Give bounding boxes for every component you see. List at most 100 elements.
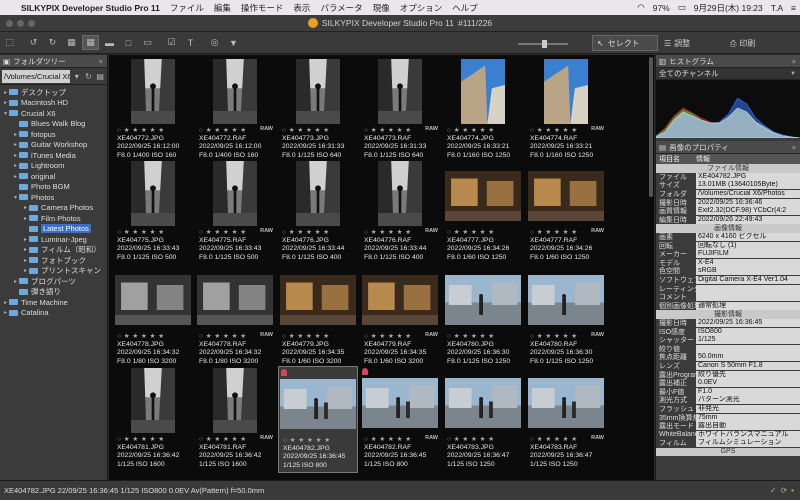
app-menu[interactable]: SILKYPIX Developer Studio Pro 11: [16, 3, 165, 13]
disclosure-triangle-icon[interactable]: ▾: [12, 194, 19, 201]
rating-stars[interactable]: ○ ★ ★ ★ ★ ★: [530, 332, 578, 340]
rating-stars[interactable]: ○ ★ ★ ★ ★ ★: [530, 126, 578, 134]
rotate-right-icon[interactable]: ↻: [44, 35, 61, 50]
property-section-header[interactable]: 撮影情報: [656, 310, 800, 319]
close-properties-icon[interactable]: ×: [792, 143, 800, 152]
folder-tree-item[interactable]: ▸ Guitar Workshop: [0, 140, 107, 151]
folder-tree-item[interactable]: ▸ Macintosh HD: [0, 98, 107, 109]
rating-stars[interactable]: ○ ★ ★ ★ ★ ★: [117, 435, 165, 443]
folder-tree-item[interactable]: ▸ original: [0, 171, 107, 182]
rating-stars[interactable]: ○ ★ ★ ★ ★ ★: [117, 126, 165, 134]
thumbnail-image[interactable]: [445, 378, 521, 428]
thumbnail-cell[interactable]: ○ ★ ★ ★ ★ ★ RAW XE404781.RAF 2022/09/25 16:…: [195, 366, 275, 473]
menu-item[interactable]: 操作モード: [236, 2, 289, 14]
rating-stars[interactable]: ○ ★ ★ ★ ★ ★: [282, 126, 330, 134]
thumbnail-image[interactable]: [213, 368, 257, 433]
thumbnail-image[interactable]: [378, 59, 422, 124]
rating-stars[interactable]: ○ ★ ★ ★ ★ ★: [447, 435, 495, 443]
folder-tree-item[interactable]: Photo BGM: [0, 182, 107, 193]
rating-stars[interactable]: ○ ★ ★ ★ ★ ★: [282, 332, 330, 340]
control-center-icon[interactable]: ≡: [787, 3, 800, 13]
rating-stars[interactable]: ○ ★ ★ ★ ★ ★: [117, 332, 165, 340]
lock-icon[interactable]: ▪: [791, 486, 794, 495]
thumbnail-cell[interactable]: ○ ★ ★ ★ ★ ★ XE404776.JPG 2022/09/25 16:33:…: [278, 159, 358, 266]
disclosure-triangle-icon[interactable]: ▸: [2, 89, 9, 96]
path-field[interactable]: /Volumes/Crucial X6/: [2, 69, 70, 83]
search-person-icon[interactable]: ◎: [206, 35, 223, 50]
thumbnail-cell[interactable]: ○ ★ ★ ★ ★ ★ XE404779.JPG 2022/09/25 16:34:…: [278, 263, 358, 370]
thumbnail-cell[interactable]: ○ ★ ★ ★ ★ ★ RAW XE404775.RAF 2022/09/25 16:…: [195, 159, 275, 266]
thumbnail-cell[interactable]: ○ ★ ★ ★ ★ ★ RAW XE404778.RAF 2022/09/25 16:…: [195, 263, 275, 370]
folder-tree-item[interactable]: ▸ iTunes Media: [0, 150, 107, 161]
thumbnail-image[interactable]: [461, 59, 505, 124]
rating-stars[interactable]: ○ ★ ★ ★ ★ ★: [364, 435, 412, 443]
wifi-icon[interactable]: ◠: [633, 2, 648, 13]
dropdown-icon[interactable]: ▾: [72, 72, 82, 81]
mode-select[interactable]: ↖ セレクト: [592, 35, 658, 51]
print-button[interactable]: ⎙ 印刷: [730, 38, 755, 49]
minimize-window-button[interactable]: [17, 20, 24, 27]
thumbnail-cell[interactable]: ○ ★ ★ ★ ★ ★ XE404778.JPG 2022/09/25 16:34:…: [113, 263, 193, 370]
thumbnail-cell[interactable]: ○ ★ ★ ★ ★ ★ RAW XE404777.RAF 2022/09/25 16:…: [526, 159, 606, 266]
develop-icon[interactable]: ⬚: [1, 35, 18, 50]
thumbnail-image[interactable]: [528, 378, 604, 428]
thumbnail-image[interactable]: [213, 161, 257, 226]
rating-stars[interactable]: ○ ★ ★ ★ ★ ★: [364, 332, 412, 340]
menu-item[interactable]: 現像: [368, 2, 395, 14]
thumbnail-cell[interactable]: ○ ★ ★ ★ ★ ★ XE404781.JPG 2022/09/25 16:36:…: [113, 366, 193, 473]
close-histogram-icon[interactable]: ×: [792, 57, 800, 66]
thumbnail-cell[interactable]: ○ ★ ★ ★ ★ ★ RAW XE404783.RAF 2022/09/25 16:…: [526, 366, 606, 473]
slider-knob[interactable]: [542, 40, 547, 48]
grid-scrollbar[interactable]: [649, 57, 653, 197]
thumbnail-image[interactable]: [445, 171, 521, 221]
view-thumbnails-icon[interactable]: ▦: [82, 35, 99, 50]
folder-tree-item[interactable]: ▸ fotopus: [0, 129, 107, 140]
folder-tree-item[interactable]: ▸ Camera Photos: [0, 203, 107, 214]
rating-stars[interactable]: ○ ★ ★ ★ ★ ★: [364, 126, 412, 134]
menu-item[interactable]: ヘルプ: [447, 2, 483, 14]
folder-tree-item[interactable]: Blues Walk Blog: [0, 119, 107, 130]
property-section-header[interactable]: 画像情報: [656, 224, 800, 233]
disclosure-triangle-icon[interactable]: ▸: [22, 215, 29, 222]
rating-stars[interactable]: ○ ★ ★ ★ ★ ★: [117, 228, 165, 236]
disclosure-triangle-icon[interactable]: ▸: [22, 267, 29, 274]
thumbnail-cell[interactable]: ○ ★ ★ ★ ★ ★ RAW XE404782.RAF 2022/09/25 16:…: [360, 366, 440, 473]
folder-tree-item[interactable]: 弾き語り: [0, 287, 107, 298]
disclosure-triangle-icon[interactable]: ▸: [22, 246, 29, 253]
rating-stars[interactable]: ○ ★ ★ ★ ★ ★: [530, 228, 578, 236]
disclosure-triangle-icon[interactable]: ▸: [2, 99, 9, 106]
thumbnail-cell[interactable]: ○ ★ ★ ★ ★ ★ XE404783.JPG 2022/09/25 16:36:…: [443, 366, 523, 473]
menu-item[interactable]: 表示: [288, 2, 315, 14]
thumbnail-cell[interactable]: ○ ★ ★ ★ ★ ★ RAW XE404772.RAF 2022/09/25 16:…: [195, 57, 275, 164]
rating-stars[interactable]: ○ ★ ★ ★ ★ ★: [199, 332, 247, 340]
folder-tree-item[interactable]: ▸ フィルム（昭和）: [0, 245, 107, 256]
menu-item[interactable]: 編集: [209, 2, 236, 14]
disclosure-triangle-icon[interactable]: ▸: [12, 152, 19, 159]
user-name[interactable]: T.A: [767, 3, 787, 13]
folder-tree-item[interactable]: ▸ フォトブック: [0, 255, 107, 266]
thumbnail-image[interactable]: [131, 368, 175, 433]
disclosure-triangle-icon[interactable]: ▾: [2, 110, 9, 117]
thumbnail-image[interactable]: [213, 59, 257, 124]
thumbnail-cell[interactable]: ○ ★ ★ ★ ★ ★ RAW XE404773.RAF 2022/09/25 16:…: [360, 57, 440, 164]
view-single-icon[interactable]: □: [120, 35, 137, 50]
thumbnail-cell[interactable]: ○ ★ ★ ★ ★ ★ XE404774.JPG 2022/09/25 16:33:…: [443, 57, 523, 164]
view-thumbnails-small-icon[interactable]: ▦: [63, 35, 80, 50]
disclosure-triangle-icon[interactable]: ▸: [2, 309, 9, 316]
rating-stars[interactable]: ○ ★ ★ ★ ★ ★: [447, 332, 495, 340]
zoom-window-button[interactable]: [28, 20, 35, 27]
folder-tree-item[interactable]: ▸ Time Machine: [0, 297, 107, 308]
view-fullscreen-icon[interactable]: ▭: [139, 35, 156, 50]
folder-tree-item[interactable]: ▸ Luminar-Jpeg: [0, 234, 107, 245]
rating-stars[interactable]: ○ ★ ★ ★ ★ ★: [530, 435, 578, 443]
thumbnail-image[interactable]: [197, 275, 273, 325]
view-filmstrip-icon[interactable]: ▬: [101, 35, 118, 50]
folder-tree-item[interactable]: ▸ プリントスキャン: [0, 266, 107, 277]
thumbnail-cell[interactable]: ○ ★ ★ ★ ★ ★ RAW XE404780.RAF 2022/09/25 16:…: [526, 263, 606, 370]
thumbnail-image[interactable]: [528, 275, 604, 325]
rating-stars[interactable]: ○ ★ ★ ★ ★ ★: [283, 436, 331, 444]
adjust-button[interactable]: ☰ 調整: [664, 38, 690, 49]
folder-tree-item[interactable]: ▸ Lightroom: [0, 161, 107, 172]
refresh-icon[interactable]: ↻: [84, 72, 94, 81]
thumbnail-image[interactable]: [296, 59, 340, 124]
